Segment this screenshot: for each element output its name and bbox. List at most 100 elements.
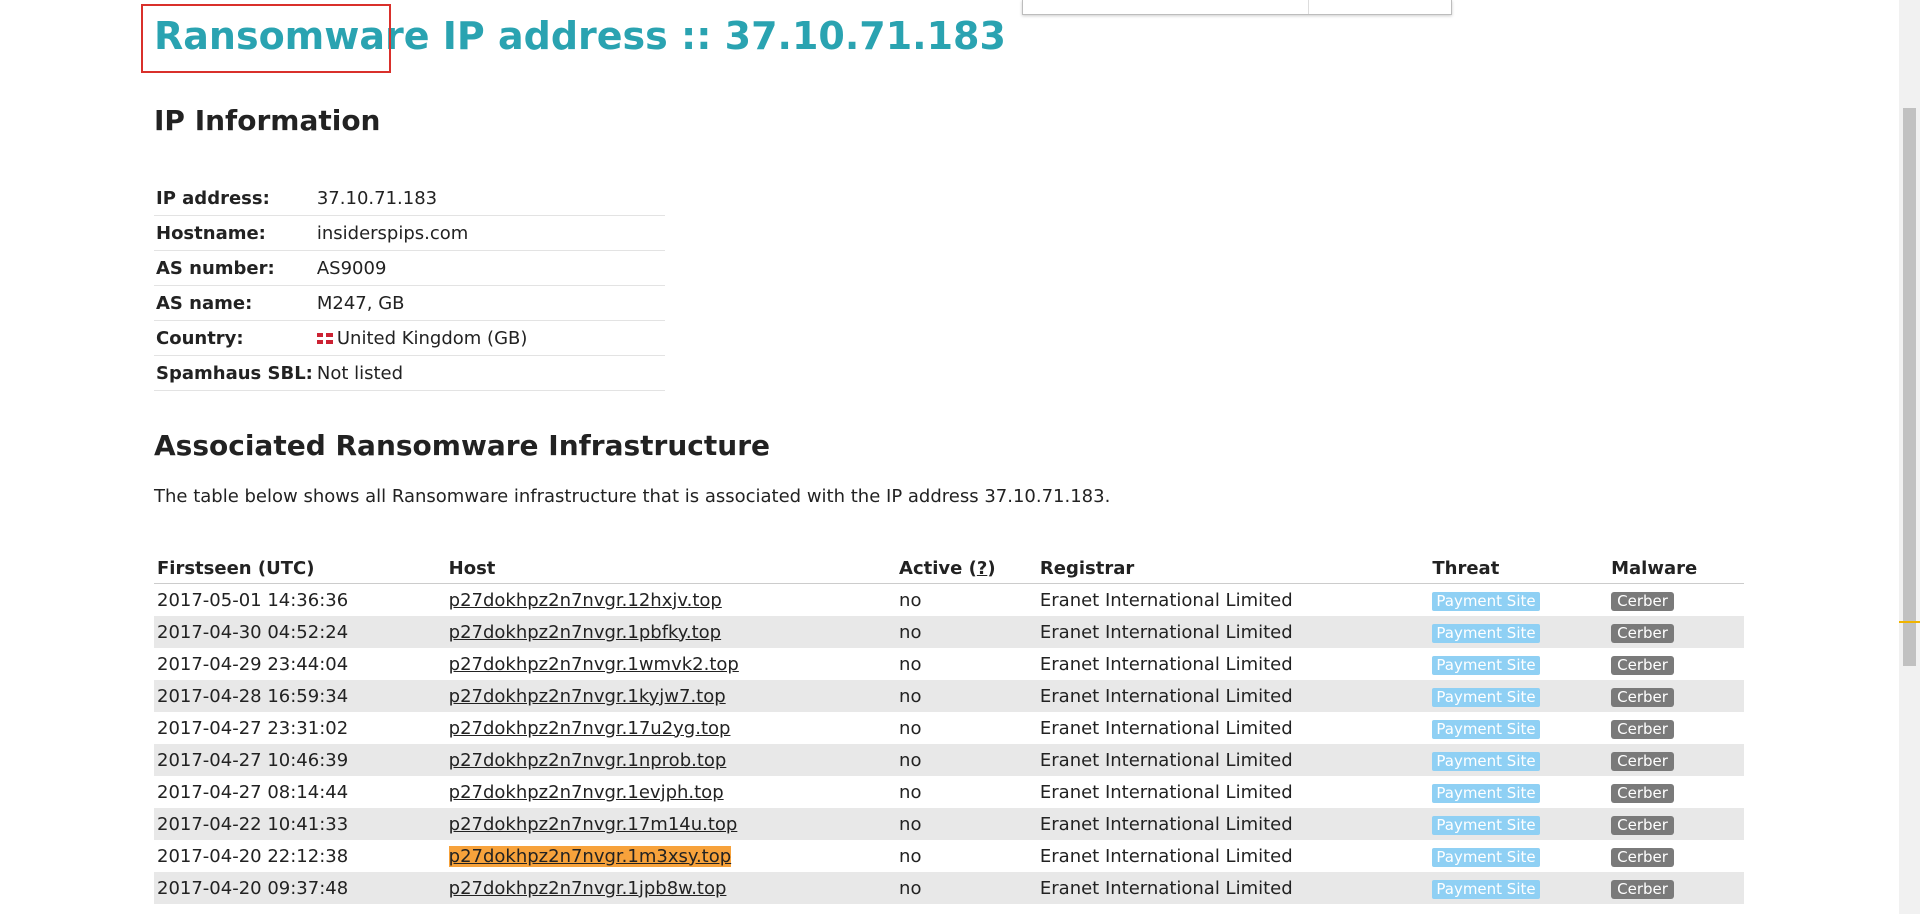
cell-malware: Cerber <box>1608 776 1744 808</box>
threat-badge: Payment Site <box>1432 655 1540 675</box>
ip-info-row: IP address: 37.10.71.183 <box>154 181 665 216</box>
cell-malware: Cerber <box>1608 680 1744 712</box>
cell-active: no <box>896 680 1037 712</box>
cell-registrar: Eranet International Limited <box>1036 616 1430 648</box>
cell-threat: Payment Site <box>1429 712 1608 744</box>
cell-threat: Payment Site <box>1429 840 1608 872</box>
ip-info-key: AS number: <box>154 250 315 286</box>
cell-firstseen: 2017-04-22 10:41:33 <box>154 808 446 840</box>
malware-badge: Cerber <box>1611 847 1674 867</box>
cell-active: no <box>896 872 1037 904</box>
cell-host: p27dokhpz2n7nvgr.1wmvk2.top <box>446 648 896 680</box>
host-link[interactable]: p27dokhpz2n7nvgr.12hxjv.top <box>449 590 722 611</box>
infrastructure-table: Firstseen (UTC) Host Active (?) Registra… <box>154 553 1744 904</box>
cell-malware: Cerber <box>1608 840 1744 872</box>
ip-info-value: Not listed <box>314 355 665 391</box>
cell-host: p27dokhpz2n7nvgr.12hxjv.top <box>446 584 896 617</box>
threat-badge: Payment Site <box>1432 815 1540 835</box>
infrastructure-description: The table below shows all Ransomware inf… <box>154 486 1111 507</box>
cell-firstseen: 2017-04-27 08:14:44 <box>157 781 349 803</box>
associated-infrastructure-heading: Associated Ransomware Infrastructure <box>154 429 771 462</box>
cell-registrar: Eranet International Limited <box>1039 845 1293 867</box>
host-link[interactable]: p27dokhpz2n7nvgr.1jpb8w.top <box>449 878 727 899</box>
host-link[interactable]: p27dokhpz2n7nvgr.1evjph.top <box>449 782 724 803</box>
ip-info-key: AS name: <box>154 285 315 321</box>
table-row: 2017-04-22 10:41:33 p27dokhpz2n7nvgr.17m1… <box>154 808 1744 840</box>
cell-malware: Cerber <box>1608 584 1744 617</box>
header-malware: Malware <box>1608 553 1744 584</box>
header-active-label: Active ( <box>899 557 977 579</box>
cell-firstseen: 2017-04-29 23:44:04 <box>157 653 349 675</box>
host-link[interactable]: p27dokhpz2n7nvgr.1nprob.top <box>449 750 727 771</box>
cell-firstseen: 2017-04-20 09:37:48 <box>154 872 446 904</box>
table-row: 2017-04-20 22:12:38 p27dokhpz2n7nvgr.1m3x… <box>154 840 1744 872</box>
cell-threat: Payment Site <box>1429 808 1609 840</box>
threat-badge: Payment Site <box>1432 591 1540 611</box>
malware-badge: Cerber <box>1611 719 1674 739</box>
cell-threat: Payment Site <box>1429 744 1609 776</box>
host-link[interactable]: p27dokhpz2n7nvgr.17u2yg.top <box>449 718 731 739</box>
table-row: 2017-04-20 09:37:48 p27dokhpz2n7nvgr.1jpb… <box>154 872 1744 904</box>
cell-host: p27dokhpz2n7nvgr.1nprob.top <box>445 744 897 776</box>
cell-firstseen: 2017-05-01 14:36:36 <box>157 589 349 611</box>
cell-registrar: Eranet International Limited <box>1036 744 1430 776</box>
cell-registrar: Eranet International Limited <box>1039 781 1293 803</box>
host-link[interactable]: p27dokhpz2n7nvgr.1pbfky.top <box>449 622 721 643</box>
cell-registrar: Eranet International Limited <box>1036 872 1430 904</box>
cell-malware: Cerber <box>1608 648 1744 680</box>
cell-active: no <box>899 589 922 611</box>
scrollbar-thumb[interactable] <box>1903 108 1916 666</box>
ip-info-key: IP address: <box>154 181 315 216</box>
malware-badge: Cerber <box>1611 751 1674 771</box>
host-link[interactable]: p27dokhpz2n7nvgr.1kyjw7.top <box>449 686 726 707</box>
host-link[interactable]: p27dokhpz2n7nvgr.17m14u.top <box>449 814 738 835</box>
cell-host: p27dokhpz2n7nvgr.1kyjw7.top <box>445 680 897 712</box>
table-row: 2017-04-27 23:31:02 p27dokhpz2n7nvgr.17u2… <box>154 712 1744 744</box>
threat-badge: Payment Site <box>1432 719 1540 739</box>
threat-badge: Payment Site <box>1432 751 1540 771</box>
header-host: Host <box>445 553 897 584</box>
cell-threat: Payment Site <box>1429 680 1609 712</box>
ip-info-value: M247, GB <box>314 285 665 321</box>
cell-malware: Cerber <box>1608 712 1744 744</box>
malware-badge: Cerber <box>1611 879 1674 899</box>
cell-active: no <box>896 744 1037 776</box>
ip-info-table: IP address: 37.10.71.183 Hostname: insiders… <box>154 181 665 391</box>
host-link[interactable]: p27dokhpz2n7nvgr.1wmvk2.top <box>449 654 739 675</box>
cell-host: p27dokhpz2n7nvgr.17u2yg.top <box>446 712 896 744</box>
cell-host: p27dokhpz2n7nvgr.1jpb8w.top <box>445 872 897 904</box>
ip-info-value: insiderspips.com <box>314 215 665 251</box>
table-header-row: Firstseen (UTC) Host Active (?) Registra… <box>154 553 1744 584</box>
ip-info-value-text: United Kingdom (GB) <box>336 327 528 349</box>
cell-active: no <box>896 808 1037 840</box>
threat-badge: Payment Site <box>1432 847 1540 867</box>
cell-active: no <box>899 653 922 675</box>
malware-badge: Cerber <box>1611 623 1674 643</box>
ip-info-key: Spamhaus SBL: <box>154 355 315 391</box>
cell-firstseen: 2017-04-28 16:59:34 <box>154 680 446 712</box>
cell-registrar: Eranet International Limited <box>1036 808 1430 840</box>
active-help-link[interactable]: ? <box>977 558 987 579</box>
table-row: 2017-04-29 23:44:04 p27dokhpz2n7nvgr.1wmv… <box>154 648 1744 680</box>
ip-information-heading: IP Information <box>154 104 381 137</box>
vertical-scrollbar[interactable] <box>1899 0 1920 914</box>
cell-malware: Cerber <box>1608 616 1744 648</box>
cell-firstseen: 2017-04-27 10:46:39 <box>154 744 446 776</box>
threat-badge: Payment Site <box>1432 879 1540 899</box>
malware-badge: Cerber <box>1611 655 1674 675</box>
threat-badge: Payment Site <box>1432 623 1540 643</box>
title-ip-text: IP address :: 37.10.71.183 <box>429 14 1006 58</box>
cell-active: no <box>899 717 922 739</box>
cell-threat: Payment Site <box>1429 648 1608 680</box>
ip-info-row: AS number: AS9009 <box>154 250 665 286</box>
malware-badge: Cerber <box>1611 687 1674 707</box>
host-link[interactable]: p27dokhpz2n7nvgr.1m3xsy.top <box>448 845 732 867</box>
ransomware-highlight-box <box>141 4 391 73</box>
cell-registrar: Eranet International Limited <box>1039 717 1293 739</box>
ip-info-value: United Kingdom (GB) <box>314 320 665 356</box>
table-row: 2017-04-27 08:14:44 p27dokhpz2n7nvgr.1evj… <box>154 776 1744 808</box>
uk-flag-icon <box>316 333 333 344</box>
cell-registrar: Eranet International Limited <box>1039 653 1293 675</box>
cell-firstseen: 2017-04-30 04:52:24 <box>154 616 446 648</box>
cell-registrar: Eranet International Limited <box>1036 680 1430 712</box>
